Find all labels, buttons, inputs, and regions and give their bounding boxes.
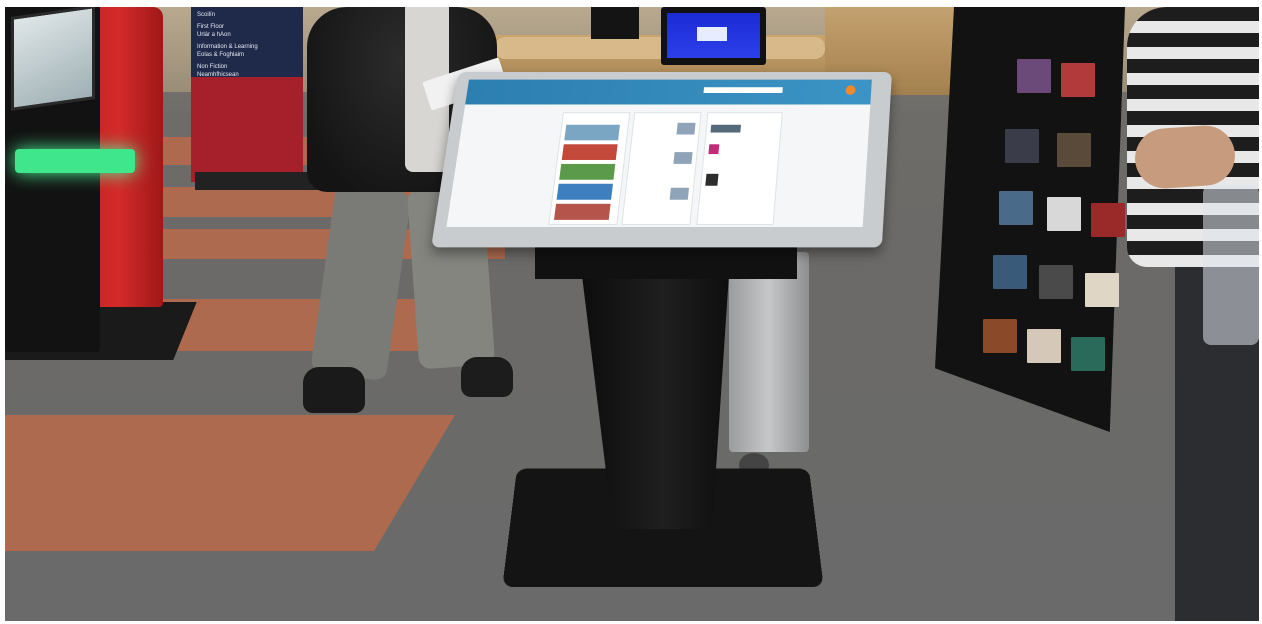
background-tv — [661, 7, 766, 65]
banner-line: Eolas & Foghlaim — [197, 52, 245, 58]
kiosk-stand-head — [535, 243, 797, 279]
cd-case — [1057, 133, 1091, 167]
person-right-arm — [1133, 123, 1237, 191]
kiosk-screen — [11, 7, 95, 111]
kiosk-green-light — [15, 149, 135, 173]
nav-item[interactable] — [506, 98, 508, 103]
info-thumbnail[interactable] — [708, 144, 720, 155]
cd-case — [1047, 197, 1081, 231]
tv-screen — [667, 13, 760, 58]
nav-item[interactable] — [485, 98, 487, 103]
promo-column — [548, 112, 631, 225]
cd-case — [1027, 329, 1061, 363]
cd-case — [1085, 273, 1119, 307]
reception-desk-top — [495, 37, 825, 59]
info-thumbnail[interactable] — [710, 124, 742, 133]
banner-line: First Floor — [197, 24, 224, 30]
library-photo: Scoilín First Floor Urlár a hAon Informa… — [5, 7, 1259, 621]
cd-case — [1017, 59, 1051, 93]
banner-base — [195, 172, 323, 190]
news-thumbnail[interactable] — [673, 152, 693, 164]
banner-text-panel: Scoilín First Floor Urlár a hAon Informa… — [191, 7, 303, 78]
banner-line: Scoilín — [197, 12, 216, 18]
site-header — [465, 79, 872, 105]
info-thumbnail[interactable] — [705, 173, 719, 186]
cd-case — [999, 191, 1033, 225]
cd-case — [1071, 337, 1105, 371]
plastic-bag — [1203, 185, 1259, 345]
banner-line: Urlár a hAon — [197, 32, 231, 38]
news-thumbnail[interactable] — [669, 187, 689, 200]
cd-case — [1061, 63, 1095, 97]
shoe-icon — [303, 367, 365, 413]
banner-line: Information & Learning — [197, 44, 258, 50]
metal-cart — [729, 252, 809, 452]
nav-item[interactable] — [496, 98, 498, 103]
news-thumbnail[interactable] — [676, 122, 696, 135]
touchscreen-display[interactable] — [431, 72, 892, 248]
banner-line: Neamhfhicsean — [197, 72, 239, 78]
promo-image[interactable] — [559, 163, 616, 180]
background-monitor — [591, 7, 639, 39]
library-banner: Scoilín First Floor Urlár a hAon Informa… — [191, 7, 303, 182]
cd-case — [993, 255, 1027, 289]
touchscreen-webpage[interactable] — [446, 79, 872, 227]
promo-image[interactable] — [564, 124, 620, 141]
promo-image[interactable] — [556, 183, 613, 200]
cd-case — [1091, 203, 1125, 237]
info-column — [696, 112, 783, 225]
promo-image[interactable] — [553, 203, 611, 220]
site-nav — [485, 98, 841, 103]
cd-case — [1005, 129, 1039, 163]
promo-image[interactable] — [561, 144, 618, 160]
flag-icon — [845, 85, 856, 95]
banner-line: Non Fiction — [197, 64, 228, 70]
site-search-input[interactable] — [703, 87, 783, 93]
floor-stripe — [5, 415, 455, 551]
cd-case — [983, 319, 1017, 353]
cd-case — [1039, 265, 1073, 299]
shoe-icon — [461, 357, 513, 397]
news-column — [621, 112, 702, 225]
self-service-kiosk — [5, 7, 100, 352]
